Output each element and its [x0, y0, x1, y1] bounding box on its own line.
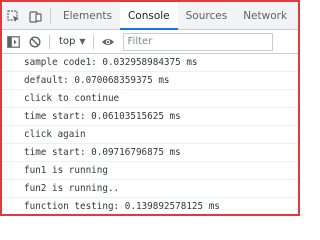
console-message: fun2 is running.. [2, 180, 298, 198]
console-message: time start: 0.06103515625 ms [2, 108, 298, 126]
tab-elements[interactable]: Elements [55, 2, 120, 29]
console-output: sample code1: 0.032958984375 ms default:… [2, 54, 298, 214]
toolbar-divider [92, 34, 94, 49]
caret-down-icon: ▼ [79, 37, 86, 46]
tab-console[interactable]: Console [119, 2, 178, 30]
tab-bar-divider [50, 7, 51, 24]
console-sidebar-icon[interactable] [2, 30, 24, 54]
tab-sources[interactable]: Sources [178, 2, 236, 29]
device-toolbar-icon[interactable] [24, 2, 46, 30]
clear-console-icon[interactable] [24, 30, 46, 54]
console-message: click to continue [2, 90, 298, 108]
toolbar-divider [49, 34, 50, 49]
context-selector[interactable]: top ▼ [53, 30, 90, 54]
console-message: sample code1: 0.032958984375 ms [2, 54, 298, 72]
tab-network[interactable]: Network [235, 2, 295, 29]
console-message: time start: 0.09716796875 ms [2, 144, 298, 162]
console-toolbar: top ▼ [2, 30, 298, 54]
devtools-window: Elements Console Sources Network top ▼ F… [0, 0, 300, 216]
devtools-tab-bar: Elements Console Sources Network [2, 2, 298, 30]
context-selector-label: top [59, 36, 76, 47]
console-message: function testing: 0.139892578125 ms [2, 198, 298, 214]
filter-input[interactable] [122, 32, 273, 51]
live-expression-icon[interactable] [97, 30, 119, 54]
inspect-element-icon[interactable] [2, 2, 24, 30]
console-message: click again [2, 126, 298, 144]
console-message: fun1 is running [2, 162, 298, 180]
console-message: default: 0.070068359375 ms [2, 72, 298, 90]
